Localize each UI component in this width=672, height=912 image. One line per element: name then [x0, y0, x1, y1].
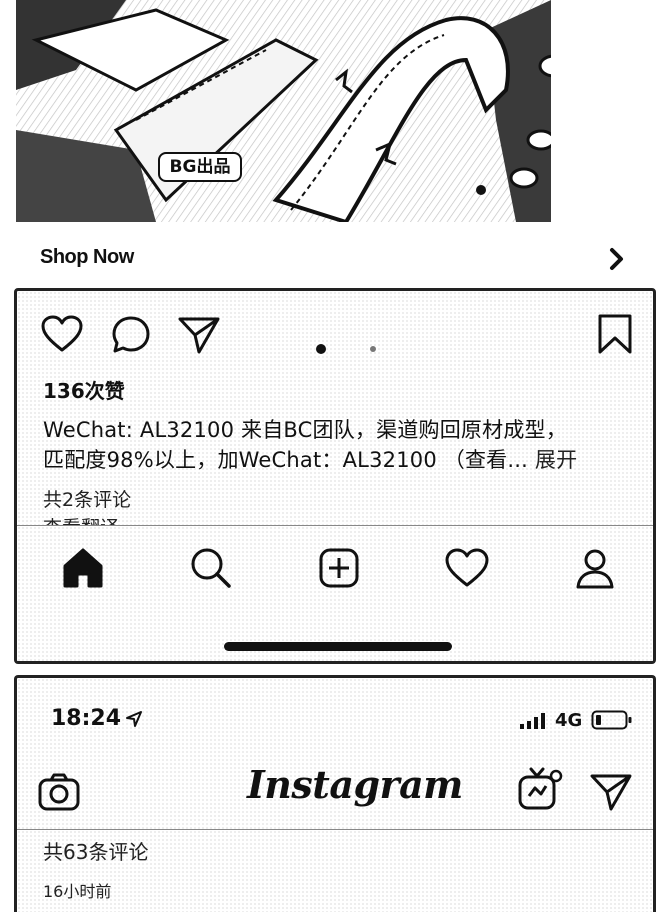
bottom-tab-bar — [17, 525, 653, 661]
view-comments-link[interactable]: 共2条评论 — [43, 485, 131, 512]
instagram-screenshot-card: 18:24 4G Instagram 共63条评论 16小时前 — [14, 675, 656, 912]
profile-icon[interactable] — [571, 544, 619, 592]
post-screenshot-card: 136次赞 WeChat: AL32100 来自BC团队，渠道购回原材成型， 匹… — [14, 288, 656, 664]
igtv-icon[interactable] — [517, 766, 563, 812]
location-arrow-icon — [125, 710, 143, 728]
share-paperplane-icon[interactable] — [177, 315, 221, 355]
signal-bars-icon — [519, 712, 547, 730]
add-post-icon[interactable] — [315, 544, 363, 592]
home-icon[interactable] — [59, 544, 107, 592]
carousel-dot — [370, 346, 376, 352]
ad-product-image[interactable]: BG出品 — [16, 0, 551, 222]
caption-line-2-text: 匹配度98%以上，加WeChat：AL32100 （查看... — [43, 448, 528, 472]
direct-message-icon[interactable] — [589, 772, 633, 812]
post-action-row — [17, 305, 653, 355]
carousel-indicator — [313, 341, 393, 355]
instagram-logo[interactable]: Instagram — [247, 762, 463, 807]
activity-heart-icon[interactable] — [443, 544, 491, 592]
battery-icon — [591, 710, 633, 730]
status-bar: 18:24 4G — [17, 678, 653, 748]
header-divider — [17, 829, 653, 830]
brand-badge: BG出品 — [158, 152, 242, 182]
network-type: 4G — [555, 710, 583, 731]
bookmark-icon[interactable] — [597, 313, 633, 355]
home-indicator-bar[interactable] — [224, 642, 452, 651]
chevron-right-icon[interactable] — [604, 246, 630, 272]
search-icon[interactable] — [187, 544, 235, 592]
expand-caption-link[interactable]: 展开 — [535, 448, 577, 472]
post-timestamp: 16小时前 — [43, 882, 112, 901]
caption-line-1: WeChat: AL32100 来自BC团队，渠道购回原材成型， — [43, 418, 567, 442]
view-all-comments-link[interactable]: 共63条评论 — [43, 836, 148, 865]
shop-now-bar[interactable]: Shop Now — [0, 234, 672, 282]
comment-bubble-icon[interactable] — [111, 315, 151, 355]
instagram-top-bar: Instagram — [17, 758, 653, 828]
like-heart-icon[interactable] — [41, 315, 83, 353]
carousel-dot-active — [316, 344, 326, 354]
shop-now-label[interactable]: Shop Now — [40, 246, 134, 269]
caption-line-2: 匹配度98%以上，加WeChat：AL32100 （查看... 展开 — [43, 445, 643, 475]
post-caption: WeChat: AL32100 来自BC团队，渠道购回原材成型， 匹配度98%以… — [43, 415, 643, 475]
like-count[interactable]: 136次赞 — [43, 375, 125, 404]
sneaker-closeup-image — [16, 0, 551, 222]
status-time: 18:24 — [51, 706, 122, 731]
camera-icon[interactable] — [37, 772, 81, 812]
